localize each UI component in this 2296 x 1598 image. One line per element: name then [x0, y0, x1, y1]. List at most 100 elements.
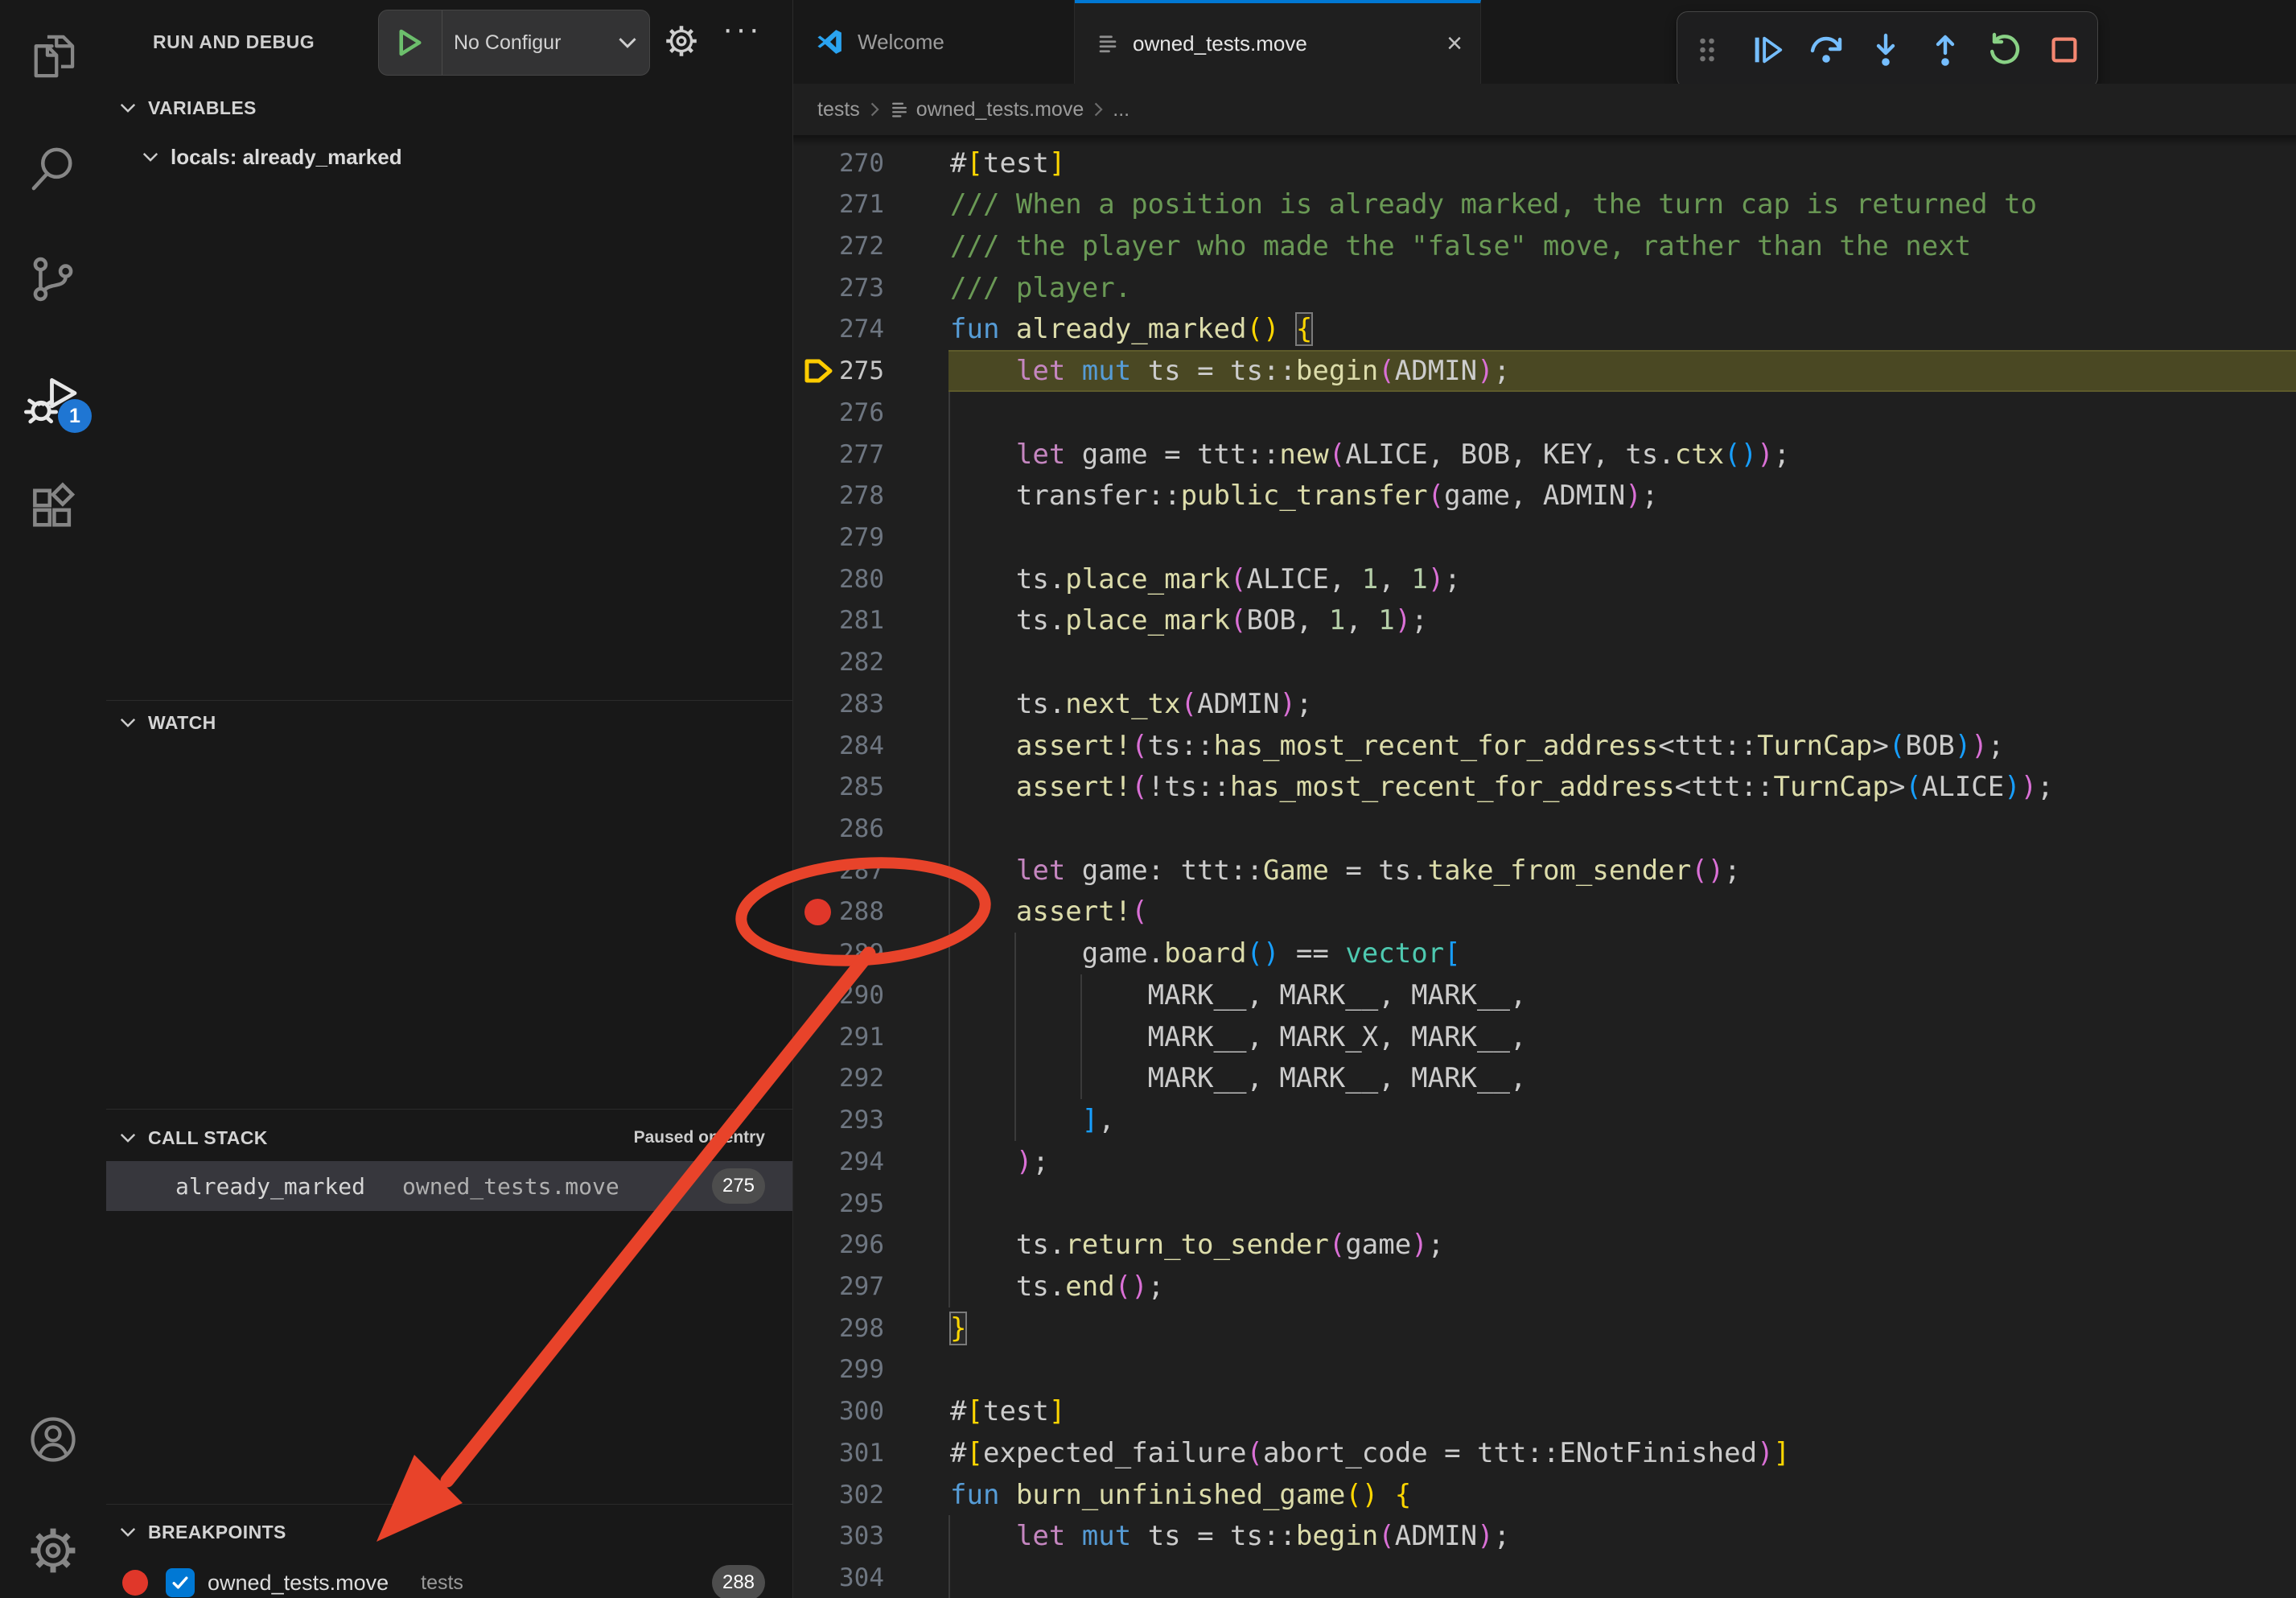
code-area[interactable]: 270#[test]271/// When a position is alre… [793, 135, 2296, 1598]
start-debugging-icon[interactable] [379, 10, 442, 75]
stop-icon[interactable] [2035, 12, 2094, 88]
line-number[interactable]: 288 [793, 891, 884, 933]
line-number[interactable]: 299 [793, 1349, 884, 1390]
line-number[interactable]: 297 [793, 1266, 884, 1308]
code-line[interactable]: 298} [793, 1308, 2296, 1349]
code-line[interactable]: 304 [793, 1557, 2296, 1598]
line-number[interactable]: 294 [793, 1141, 884, 1183]
account-icon[interactable] [0, 1395, 106, 1484]
line-number[interactable]: 275 [793, 350, 884, 392]
line-number[interactable]: 284 [793, 725, 884, 767]
code-line[interactable]: 286 [793, 808, 2296, 850]
line-number[interactable]: 291 [793, 1016, 884, 1058]
code-line[interactable]: 277 let game = ttt::new(ALICE, BOB, KEY,… [793, 434, 2296, 476]
code-line[interactable]: 283 ts.next_tx(ADMIN); [793, 683, 2296, 725]
breadcrumb-item-tests[interactable]: tests [817, 98, 860, 121]
code-line[interactable]: 275 let mut ts = ts::begin(ADMIN); [793, 350, 2296, 392]
step-out-icon[interactable] [1915, 12, 1975, 88]
line-number[interactable]: 270 [793, 142, 884, 184]
extensions-icon[interactable] [0, 463, 106, 552]
line-number[interactable]: 286 [793, 808, 884, 850]
step-over-icon[interactable] [1796, 12, 1856, 88]
code-line[interactable]: 271/// When a position is already marked… [793, 183, 2296, 225]
code-line[interactable]: 276 [793, 392, 2296, 434]
breakpoint-checkbox[interactable] [166, 1568, 195, 1597]
line-number[interactable]: 277 [793, 434, 884, 476]
code-line[interactable]: 285 assert!(!ts::has_most_recent_for_add… [793, 766, 2296, 808]
line-number[interactable]: 283 [793, 683, 884, 725]
breadcrumb-item-symbol[interactable]: ... [1113, 98, 1129, 121]
code-line[interactable]: 279 [793, 517, 2296, 558]
line-number[interactable]: 298 [793, 1308, 884, 1349]
line-number[interactable]: 281 [793, 599, 884, 641]
line-number[interactable]: 304 [793, 1557, 884, 1598]
line-number[interactable]: 280 [793, 558, 884, 600]
line-number[interactable]: 302 [793, 1474, 884, 1516]
line-number[interactable]: 293 [793, 1099, 884, 1141]
code-line[interactable]: 288 assert!( [793, 891, 2296, 933]
line-number[interactable]: 296 [793, 1224, 884, 1266]
close-icon[interactable]: × [1446, 30, 1463, 57]
code-line[interactable]: 294 ); [793, 1141, 2296, 1183]
code-line[interactable]: 284 assert!(ts::has_most_recent_for_addr… [793, 725, 2296, 767]
source-control-icon[interactable] [0, 235, 106, 323]
line-number[interactable]: 274 [793, 308, 884, 350]
call-stack-section-header[interactable]: CALL STACK Paused on entry [106, 1118, 792, 1157]
line-number[interactable]: 295 [793, 1183, 884, 1225]
code-line[interactable]: 299 [793, 1349, 2296, 1390]
debug-config-dropdown[interactable]: No Configur [378, 10, 650, 76]
code-line[interactable]: 272/// the player who made the "false" m… [793, 225, 2296, 267]
line-number[interactable]: 278 [793, 475, 884, 517]
line-number[interactable]: 301 [793, 1432, 884, 1474]
step-into-icon[interactable] [1856, 12, 1915, 88]
tab-welcome[interactable]: Welcome [793, 0, 1075, 84]
code-line[interactable]: 282 [793, 641, 2296, 683]
line-number[interactable]: 271 [793, 183, 884, 225]
code-line[interactable]: 278 transfer::public_transfer(game, ADMI… [793, 475, 2296, 517]
code-line[interactable]: 270#[test] [793, 142, 2296, 184]
code-line[interactable]: 293 ], [793, 1099, 2296, 1141]
line-number[interactable]: 276 [793, 392, 884, 434]
line-number[interactable]: 272 [793, 225, 884, 267]
line-number[interactable]: 282 [793, 641, 884, 683]
code-line[interactable]: 287 let game: ttt::Game = ts.take_from_s… [793, 850, 2296, 892]
code-line[interactable]: 290 MARK__, MARK__, MARK__, [793, 974, 2296, 1016]
line-number[interactable]: 303 [793, 1515, 884, 1557]
code-line[interactable]: 302fun burn_unfinished_game() { [793, 1474, 2296, 1516]
explorer-icon[interactable] [0, 12, 106, 101]
code-line[interactable]: 291 MARK__, MARK_X, MARK__, [793, 1016, 2296, 1058]
debug-settings-gear-icon[interactable] [661, 21, 702, 61]
run-and-debug-icon[interactable]: 1 [0, 356, 106, 444]
code-line[interactable]: 300#[test] [793, 1390, 2296, 1432]
code-line[interactable]: 295 [793, 1183, 2296, 1225]
code-line[interactable]: 296 ts.return_to_sender(game); [793, 1224, 2296, 1266]
breakpoint-list-item[interactable]: owned_tests.move tests 288 [106, 1559, 792, 1598]
code-line[interactable]: 289 game.board() == vector[ [793, 933, 2296, 974]
search-icon[interactable] [0, 125, 106, 213]
breakpoints-section-header[interactable]: BREAKPOINTS [106, 1513, 792, 1551]
code-line[interactable]: 303 let mut ts = ts::begin(ADMIN); [793, 1515, 2296, 1557]
restart-icon[interactable] [1975, 12, 2035, 88]
continue-icon[interactable] [1737, 12, 1796, 88]
breadcrumb-item-file[interactable]: owned_tests.move [916, 98, 1084, 121]
code-line[interactable]: 292 MARK__, MARK__, MARK__, [793, 1057, 2296, 1099]
variables-scope-row[interactable]: locals: already_marked [106, 137, 792, 177]
line-number[interactable]: 300 [793, 1390, 884, 1432]
more-actions-icon[interactable]: ··· [722, 11, 762, 47]
code-line[interactable]: 301#[expected_failure(abort_code = ttt::… [793, 1432, 2296, 1474]
code-line[interactable]: 297 ts.end(); [793, 1266, 2296, 1308]
line-number[interactable]: 279 [793, 517, 884, 558]
call-stack-frame-row[interactable]: already_marked owned_tests.move 275 [106, 1161, 792, 1211]
code-line[interactable]: 280 ts.place_mark(ALICE, 1, 1); [793, 558, 2296, 600]
tab-owned-tests-move[interactable]: owned_tests.move × [1075, 0, 1481, 84]
code-line[interactable]: 273/// player. [793, 267, 2296, 309]
line-number[interactable]: 292 [793, 1057, 884, 1099]
line-number[interactable]: 289 [793, 933, 884, 974]
line-number[interactable]: 287 [793, 850, 884, 892]
code-line[interactable]: 281 ts.place_mark(BOB, 1, 1); [793, 599, 2296, 641]
watch-section-header[interactable]: WATCH [106, 703, 792, 742]
line-number[interactable]: 285 [793, 766, 884, 808]
line-number[interactable]: 273 [793, 267, 884, 309]
code-line[interactable]: 274fun already_marked() { [793, 308, 2296, 350]
settings-gear-icon[interactable] [0, 1506, 106, 1595]
